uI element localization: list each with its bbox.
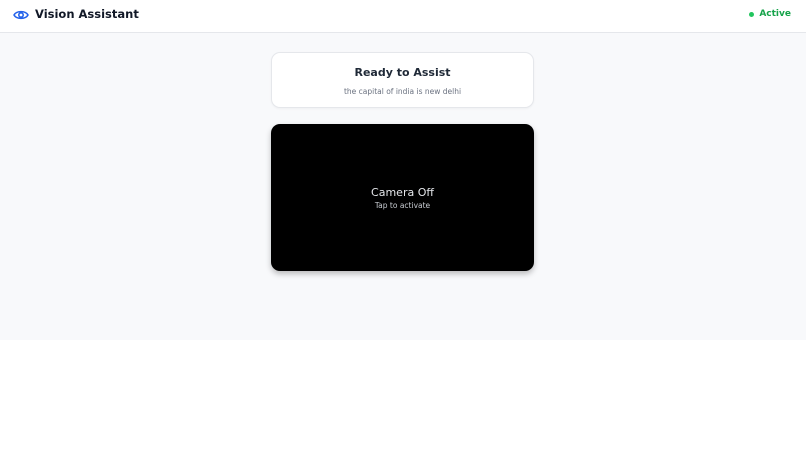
assistant-status-card: Ready to Assist the capital of india is … — [271, 52, 534, 108]
eye-icon — [13, 7, 29, 21]
status-dot-icon — [749, 11, 755, 17]
status-label: Active — [759, 9, 791, 19]
camera-activate-hint: Tap to activate — [374, 201, 431, 210]
status-indicator: Active — [749, 8, 791, 20]
assistant-response-text: the capital of india is new delhi — [343, 87, 462, 96]
status-title: Ready to Assist — [354, 66, 451, 79]
camera-view-button[interactable]: Camera Off Tap to activate — [271, 124, 534, 271]
camera-status-title: Camera Off — [371, 186, 434, 199]
top-bar: Vision Assistant Active — [0, 0, 806, 33]
main-content: Ready to Assist the capital of india is … — [0, 33, 806, 340]
app-title: Vision Assistant — [35, 7, 139, 21]
app-root: Vision Assistant Active Ready to Assist … — [0, 0, 806, 453]
